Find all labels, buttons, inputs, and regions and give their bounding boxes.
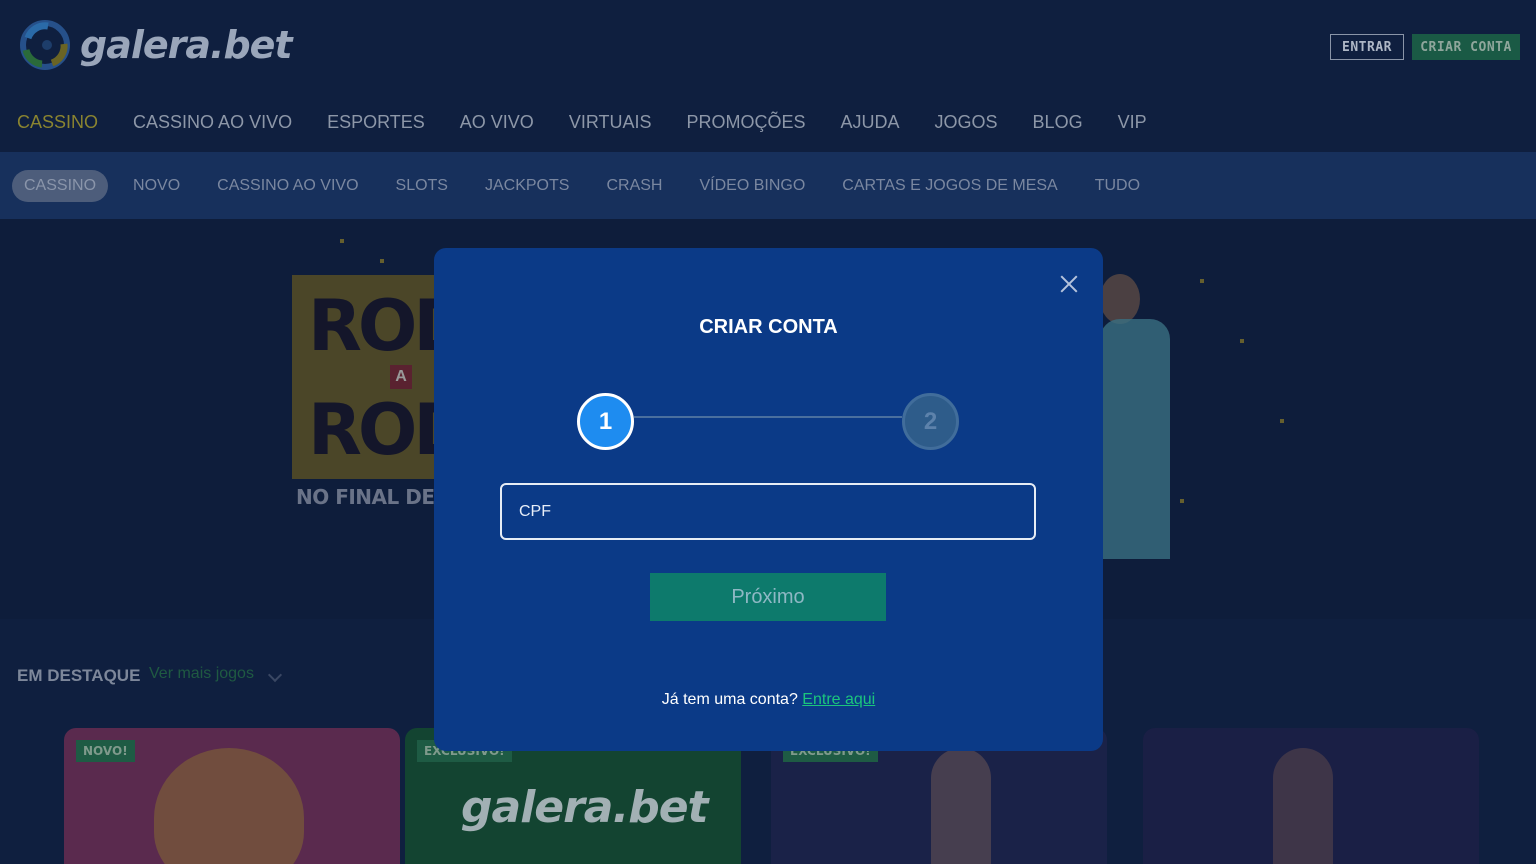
modal-title: CRIAR CONTA	[699, 316, 838, 338]
see-more-games-link[interactable]: Ver mais jogos	[149, 665, 254, 683]
subnav-item-video-bingo[interactable]: VÍDEO BINGO	[699, 177, 805, 195]
nav-item-blog[interactable]: BLOG	[1033, 112, 1083, 133]
confetti	[1240, 339, 1244, 343]
nav-item-ao-vivo[interactable]: AO VIVO	[460, 112, 534, 133]
banner-title-connector: A	[390, 365, 412, 389]
next-button[interactable]: Próximo	[650, 573, 886, 621]
subnav-item-cassino[interactable]: CASSINO	[12, 169, 109, 202]
login-prompt-line: Já tem uma conta? Entre aqui	[434, 691, 1103, 709]
register-button[interactable]: CRIAR CONTA	[1412, 34, 1520, 60]
subnav-item-cassino-ao-vivo[interactable]: CASSINO AO VIVO	[217, 177, 358, 195]
game-card-title: galera.bet	[461, 782, 709, 833]
confetti	[1200, 279, 1204, 283]
main-nav: CASSINO CASSINO AO VIVO ESPORTES AO VIVO…	[0, 92, 1536, 152]
stepper-line	[634, 416, 902, 418]
confetti	[380, 259, 384, 263]
nav-item-cassino-ao-vivo[interactable]: CASSINO AO VIVO	[133, 112, 292, 133]
nav-item-esportes[interactable]: ESPORTES	[327, 112, 425, 133]
game-card[interactable]: NOVO!	[64, 728, 400, 864]
chevron-down-icon[interactable]	[267, 667, 283, 683]
nav-item-jogos[interactable]: JOGOS	[935, 112, 998, 133]
subnav-item-slots[interactable]: SLOTS	[396, 177, 448, 195]
confetti	[340, 239, 344, 243]
login-link[interactable]: Entre aqui	[802, 691, 875, 708]
logo-mark-icon	[20, 20, 70, 70]
logo[interactable]: galera.bet	[18, 18, 293, 72]
sub-nav: CASSINO NOVO CASSINO AO VIVO SLOTS JACKP…	[0, 152, 1536, 219]
dealer-image	[931, 748, 991, 864]
confetti	[1180, 499, 1184, 503]
confetti	[1280, 419, 1284, 423]
login-prompt-text: Já tem uma conta?	[661, 691, 798, 708]
game-badge: NOVO!	[76, 740, 135, 762]
site-header: galera.bet ENTRAR CRIAR CONTA	[0, 0, 1536, 92]
step-indicator-2: 2	[902, 393, 959, 450]
subnav-item-cartas[interactable]: CARTAS E JOGOS DE MESA	[842, 177, 1057, 195]
banner-person	[1100, 319, 1170, 559]
nav-item-ajuda[interactable]: AJUDA	[841, 112, 900, 133]
logo-text: galera.bet	[80, 23, 293, 67]
tiger-character-image	[154, 748, 304, 864]
game-card[interactable]	[1143, 728, 1479, 864]
nav-item-cassino[interactable]: CASSINO	[17, 112, 98, 133]
login-button[interactable]: ENTRAR	[1330, 34, 1404, 60]
register-modal: CRIAR CONTA 1 2 Próximo Já tem uma conta…	[434, 248, 1103, 751]
step-indicator-1: 1	[577, 393, 634, 450]
subnav-item-crash[interactable]: CRASH	[606, 177, 662, 195]
nav-item-virtuais[interactable]: VIRTUAIS	[569, 112, 652, 133]
banner-person-head	[1100, 274, 1140, 324]
nav-item-promocoes[interactable]: PROMOÇÕES	[687, 112, 806, 133]
close-icon[interactable]	[1053, 268, 1085, 300]
subnav-item-tudo[interactable]: TUDO	[1095, 177, 1140, 195]
nav-item-vip[interactable]: VIP	[1118, 112, 1147, 133]
cpf-input[interactable]	[500, 483, 1036, 540]
subnav-item-novo[interactable]: NOVO	[133, 177, 180, 195]
subnav-item-jackpots[interactable]: JACKPOTS	[485, 177, 569, 195]
featured-title: EM DESTAQUE	[17, 666, 141, 685]
dealer-image	[1273, 748, 1333, 864]
